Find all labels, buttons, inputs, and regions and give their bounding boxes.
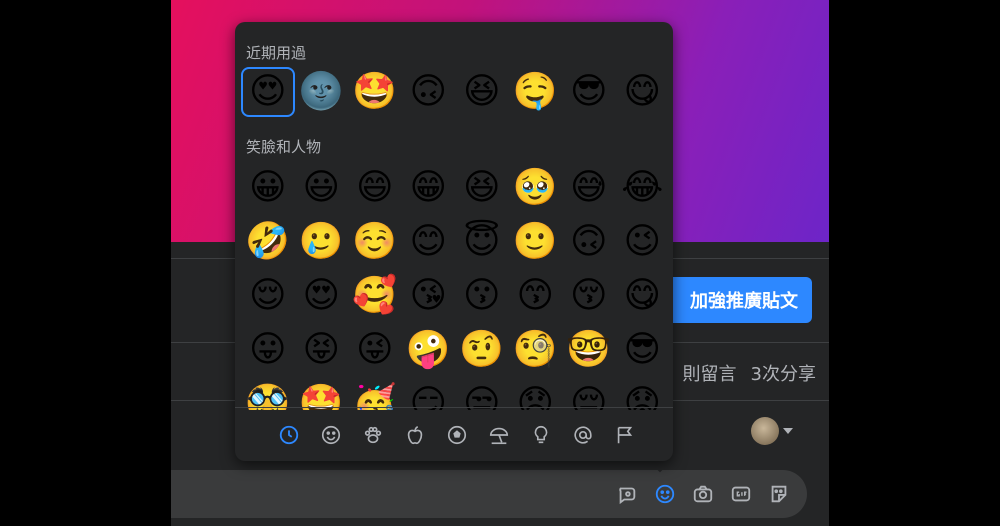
section-title-recent: 近期用過 xyxy=(246,44,307,62)
emoji-cell[interactable]: 😊 xyxy=(402,217,456,267)
emoji-cell[interactable]: 😞 xyxy=(509,379,563,411)
emoji-cell[interactable]: 🤤 xyxy=(509,67,563,117)
apple-icon[interactable] xyxy=(402,422,428,448)
emoji-cell[interactable]: 😆 xyxy=(455,163,509,213)
emoji-cell[interactable]: 😀 xyxy=(241,163,295,213)
emoji-cell[interactable]: 😜 xyxy=(348,325,402,375)
paw-icon[interactable] xyxy=(360,422,386,448)
avatar-sticker-icon[interactable] xyxy=(615,482,639,506)
emoji-cell[interactable]: 😋 xyxy=(616,271,670,321)
post-stats: 則留言 3次分享 xyxy=(666,360,816,386)
emoji-cell[interactable]: 😏 xyxy=(402,379,456,411)
emoji-row: 🤣 🥲 ☺️ 😊 😇 🙂 🙃 😉 xyxy=(241,217,669,267)
emoji-cell[interactable]: 🥸 xyxy=(241,379,295,411)
emoji-cell[interactable]: 🥳 xyxy=(348,379,402,411)
emoji-cell[interactable]: 🤩 xyxy=(348,67,402,117)
emoji-cell[interactable]: 🙃 xyxy=(562,217,616,267)
comment-composer[interactable] xyxy=(171,470,807,518)
emoji-row: 😛 😝 😜 🤪 🤨 🧐 🤓 😎 xyxy=(241,325,669,375)
emoji-cell[interactable]: 😝 xyxy=(295,325,349,375)
soccer-ball-icon[interactable] xyxy=(444,422,470,448)
emoji-category-tabs xyxy=(235,407,673,461)
emoji-icon[interactable] xyxy=(653,482,677,506)
flag-icon[interactable] xyxy=(612,422,638,448)
beach-umbrella-icon[interactable] xyxy=(486,422,512,448)
emoji-cell[interactable]: 🤪 xyxy=(402,325,456,375)
emoji-list[interactable]: 近期用過 😍 🌚 🤩 🙃 😆 🤤 😎 😋 笑臉和人物 😀 😃 😄 😁 😆 🥹 😅… xyxy=(235,22,673,410)
emoji-cell[interactable]: 🌚 xyxy=(295,67,349,117)
emoji-cell[interactable]: 😁 xyxy=(402,163,456,213)
lightbulb-icon[interactable] xyxy=(528,422,554,448)
emoji-cell[interactable]: 😄 xyxy=(348,163,402,213)
emoji-cell[interactable]: 😎 xyxy=(562,67,616,117)
emoji-cell[interactable]: 😟 xyxy=(616,379,670,411)
avatar xyxy=(751,417,779,445)
emoji-cell[interactable]: 😘 xyxy=(402,271,456,321)
shares-count[interactable]: 3次分享 xyxy=(751,360,816,386)
recent-clock-icon[interactable] xyxy=(276,422,302,448)
emoji-cell[interactable]: 🥰 xyxy=(348,271,402,321)
emoji-cell[interactable]: 😚 xyxy=(562,271,616,321)
emoji-cell[interactable]: 😂 xyxy=(616,163,670,213)
emoji-cell[interactable]: 😒 xyxy=(455,379,509,411)
emoji-cell[interactable]: 😅 xyxy=(562,163,616,213)
emoji-cell[interactable]: 😛 xyxy=(241,325,295,375)
at-symbol-icon[interactable] xyxy=(570,422,596,448)
emoji-cell[interactable]: 😆 xyxy=(455,67,509,117)
emoji-cell[interactable]: 😗 xyxy=(455,271,509,321)
emoji-cell[interactable]: 🙂 xyxy=(509,217,563,267)
emoji-row: 😌 😍 🥰 😘 😗 😙 😚 😋 xyxy=(241,271,669,321)
boost-post-button[interactable]: 加強推廣貼文 xyxy=(666,277,812,323)
emoji-cell[interactable]: 😉 xyxy=(616,217,670,267)
emoji-cell[interactable]: 🙃 xyxy=(402,67,456,117)
comments-count[interactable]: 則留言 xyxy=(683,360,737,386)
emoji-cell[interactable]: 😎 xyxy=(616,325,670,375)
emoji-cell[interactable]: 🤩 xyxy=(295,379,349,411)
emoji-cell[interactable]: 😇 xyxy=(455,217,509,267)
chevron-down-icon xyxy=(783,428,793,434)
emoji-cell[interactable]: 😍 xyxy=(295,271,349,321)
emoji-cell[interactable]: 🤣 xyxy=(241,217,295,267)
emoji-picker: 近期用過 😍 🌚 🤩 🙃 😆 🤤 😎 😋 笑臉和人物 😀 😃 😄 😁 😆 🥹 😅… xyxy=(235,22,673,461)
emoji-cell[interactable]: ☺️ xyxy=(348,217,402,267)
emoji-row: 🥸 🤩 🥳 😏 😒 😞 😔 😟 xyxy=(241,379,670,411)
emoji-cell[interactable]: 🧐 xyxy=(509,325,563,375)
emoji-cell[interactable]: 😔 xyxy=(562,379,616,411)
emoji-cell[interactable]: 😋 xyxy=(616,67,670,117)
emoji-row: 😀 😃 😄 😁 😆 🥹 😅 😂 xyxy=(241,163,669,213)
emoji-cell[interactable]: 😌 xyxy=(241,271,295,321)
sticker-icon[interactable] xyxy=(767,482,791,506)
gif-icon[interactable] xyxy=(729,482,753,506)
emoji-row-recent: 😍 🌚 🤩 🙃 😆 🤤 😎 😋 xyxy=(241,67,669,117)
emoji-cell[interactable]: 😃 xyxy=(295,163,349,213)
section-title-smileys: 笑臉和人物 xyxy=(246,138,322,156)
emoji-cell[interactable]: 🤨 xyxy=(455,325,509,375)
emoji-cell[interactable]: 🥲 xyxy=(295,217,349,267)
emoji-cell[interactable]: 🤓 xyxy=(562,325,616,375)
camera-icon[interactable] xyxy=(691,482,715,506)
emoji-cell[interactable]: 😍 xyxy=(241,67,295,117)
emoji-cell[interactable]: 🥹 xyxy=(509,163,563,213)
smiley-icon[interactable] xyxy=(318,422,344,448)
emoji-cell[interactable]: 😙 xyxy=(509,271,563,321)
post-as-selector[interactable] xyxy=(751,417,793,445)
